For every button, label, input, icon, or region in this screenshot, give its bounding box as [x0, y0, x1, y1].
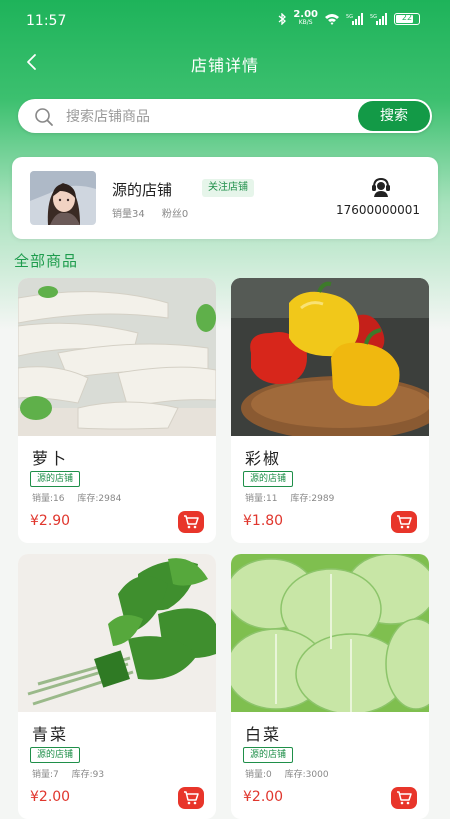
- product-name: 白菜: [245, 725, 282, 744]
- search-button[interactable]: 搜索: [358, 101, 430, 131]
- product-image: [231, 278, 429, 436]
- product-price: ¥2.00: [30, 789, 71, 805]
- cart-icon: [397, 515, 412, 529]
- product-stock: 库存:3000: [284, 770, 329, 780]
- product-price: ¥1.80: [243, 513, 284, 529]
- product-card[interactable]: 白菜 源的店铺 销量:0 库存:3000 ¥2.00: [231, 554, 429, 819]
- add-to-cart-button[interactable]: [391, 787, 417, 809]
- shop-sales: 销量34: [112, 209, 145, 220]
- product-price: ¥2.90: [30, 513, 71, 529]
- search-bar: 搜索: [18, 99, 432, 133]
- shop-fans: 粉丝0: [161, 209, 189, 220]
- customer-service-icon: [372, 177, 390, 197]
- svg-text:5G: 5G: [346, 14, 353, 20]
- network-speed: 2.00 KB/S: [293, 9, 318, 27]
- cart-icon: [397, 791, 412, 805]
- product-shop-tag: 源的店铺: [30, 747, 81, 763]
- product-sales: 销量:7: [32, 770, 59, 780]
- product-meta: 销量:16 库存:2984: [32, 491, 131, 504]
- product-image: [18, 278, 216, 436]
- cart-icon: [184, 791, 199, 805]
- product-meta: 销量:11 库存:2989: [245, 491, 344, 504]
- svg-text:5G: 5G: [370, 14, 377, 20]
- product-name: 萝卜: [32, 449, 69, 468]
- page-title: 店铺详情: [190, 56, 259, 75]
- signal-icon: 5G: [370, 13, 387, 25]
- cart-icon: [184, 515, 199, 529]
- search-input[interactable]: [64, 104, 368, 130]
- status-icons: 2.00 KB/S 5G 5G 22: [278, 9, 420, 27]
- product-shop-tag: 源的店铺: [243, 747, 294, 763]
- product-card[interactable]: 萝卜 源的店铺 销量:16 库存:2984 ¥2.90: [18, 278, 216, 543]
- product-card[interactable]: 青菜 源的店铺 销量:7 库存:93 ¥2.00: [18, 554, 216, 819]
- customer-service-button[interactable]: [370, 177, 392, 201]
- product-stock: 库存:2989: [290, 494, 335, 504]
- product-card[interactable]: 彩椒 源的店铺 销量:11 库存:2989 ¥1.80: [231, 278, 429, 543]
- follow-shop-button[interactable]: 关注店铺: [202, 179, 254, 197]
- product-shop-tag: 源的店铺: [30, 471, 81, 487]
- battery-icon: 22: [394, 13, 420, 25]
- product-name: 青菜: [32, 725, 69, 744]
- product-stock: 库存:93: [71, 770, 105, 780]
- section-title: 全部商品: [14, 252, 79, 270]
- status-bar: 11:57 2.00 KB/S 5G 5G 22: [0, 0, 450, 40]
- product-sales: 销量:0: [245, 770, 272, 780]
- product-price: ¥2.00: [243, 789, 284, 805]
- product-sales: 销量:16: [32, 494, 65, 504]
- add-to-cart-button[interactable]: [178, 511, 204, 533]
- product-shop-tag: 源的店铺: [243, 471, 294, 487]
- product-sales: 销量:11: [245, 494, 278, 504]
- bluetooth-icon: [278, 13, 287, 25]
- add-to-cart-button[interactable]: [178, 787, 204, 809]
- signal-icon: 5G: [346, 13, 363, 25]
- wifi-icon: [325, 14, 339, 25]
- product-meta: 销量:0 库存:3000: [245, 767, 339, 780]
- product-meta: 销量:7 库存:93: [32, 767, 114, 780]
- nav-bar: 店铺详情: [0, 44, 450, 84]
- product-stock: 库存:2984: [77, 494, 122, 504]
- shop-stats: 销量34 粉丝0: [112, 205, 202, 220]
- shop-card: 源的店铺 关注店铺 销量34 粉丝0 17600000001: [12, 157, 438, 239]
- search-icon: [35, 108, 53, 126]
- product-name: 彩椒: [245, 449, 282, 468]
- product-image: [18, 554, 216, 712]
- product-image: [231, 554, 429, 712]
- shop-avatar: [30, 171, 96, 225]
- shop-name: 源的店铺: [112, 181, 173, 199]
- shop-phone[interactable]: 17600000001: [336, 203, 420, 217]
- add-to-cart-button[interactable]: [391, 511, 417, 533]
- status-time: 11:57: [26, 13, 67, 29]
